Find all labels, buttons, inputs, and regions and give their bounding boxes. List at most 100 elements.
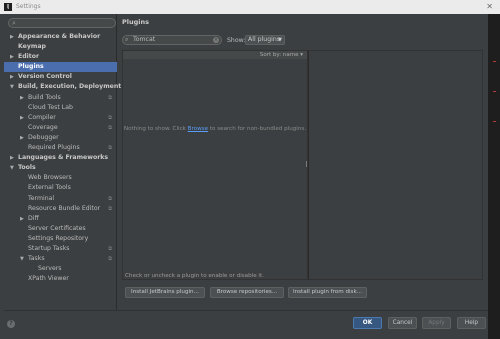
close-icon[interactable]: ✕ (486, 2, 493, 11)
sidebar-item-label: Server Certificates (28, 224, 86, 232)
collapsed-arrow-icon[interactable]: ▶ (20, 113, 24, 123)
sidebar-item-label: Plugins (18, 63, 44, 71)
sidebar-item-coverage[interactable]: Coverage ⧉ (4, 123, 117, 133)
sidebar-item-appearance-behavior[interactable]: ▶ Appearance & Behavior (4, 32, 117, 42)
sidebar-item-label: Debugger (28, 133, 59, 141)
plugin-search-value[interactable]: Tomcat (133, 36, 155, 44)
sidebar-item-plugins[interactable]: Plugins (4, 62, 117, 73)
show-filter-value: All plugins (248, 36, 280, 43)
project-settings-icon: ⧉ (108, 114, 112, 121)
footer-divider (4, 310, 488, 311)
sidebar-item-label: Build Tools (28, 93, 61, 101)
sidebar-item-label: Servers (38, 265, 62, 273)
project-settings-icon: ⧉ (108, 94, 112, 101)
sidebar-item-servers[interactable]: Servers (4, 264, 117, 274)
splitter-handle[interactable] (306, 161, 307, 167)
collapsed-arrow-icon[interactable]: ▶ (10, 72, 14, 82)
window-title: Settings (16, 3, 41, 10)
collapsed-arrow-icon[interactable]: ▶ (20, 133, 24, 143)
sidebar-item-label: Settings Repository (28, 234, 89, 242)
project-settings-icon: ⧉ (108, 205, 112, 212)
sidebar-item-xpath-viewer[interactable]: XPath Viewer (4, 274, 117, 284)
sidebar-item-settings-repository[interactable]: Settings Repository (4, 234, 117, 244)
plugin-hint-text: Check or uncheck a plugin to enable or d… (125, 273, 264, 279)
sidebar-item-label: Appearance & Behavior (18, 33, 101, 40)
sidebar-search-input[interactable]: ⌕ (8, 18, 116, 28)
sidebar-item-label: Diff (28, 214, 39, 222)
install-plugin-from-disk-button[interactable]: Install plugin from disk... (288, 287, 367, 298)
sidebar-item-keymap[interactable]: Keymap (4, 42, 117, 52)
install-jetbrains-plugin-button[interactable]: Install JetBrains plugin... (125, 287, 205, 298)
sidebar-item-editor[interactable]: ▶ Editor (4, 52, 117, 62)
sidebar-item-tasks[interactable]: ▼ Tasks ⧉ (4, 254, 117, 264)
sidebar-item-resource-bundle-editor[interactable]: Resource Bundle Editor ⧉ (4, 204, 117, 214)
expanded-arrow-icon[interactable]: ▼ (10, 82, 14, 92)
cancel-button[interactable]: Cancel (388, 317, 417, 329)
sidebar-item-required-plugins[interactable]: Required Plugins ⧉ (4, 143, 117, 153)
plugin-list: Sort by: name ▾ Nothing to show. Click B… (122, 50, 308, 280)
sidebar-item-web-browsers[interactable]: Web Browsers (4, 173, 117, 183)
intellij-app-icon: IJ (4, 3, 12, 11)
sidebar-item-version-control[interactable]: ▶ Version Control (4, 72, 117, 82)
browse-link[interactable]: Browse (188, 126, 208, 132)
help-icon[interactable]: ? (7, 320, 15, 328)
settings-tree: ▶ Appearance & Behavior Keymap ▶ Editor Plugi… (4, 32, 121, 284)
sidebar-item-external-tools[interactable]: External Tools (4, 183, 117, 193)
help-button[interactable]: Help (457, 317, 486, 329)
sidebar-item-terminal[interactable]: Terminal ⧉ (4, 194, 117, 204)
sidebar-item-debugger[interactable]: ▶ Debugger (4, 133, 117, 143)
sort-label: Sort by: name (259, 52, 299, 58)
chevron-down-icon: ▾ (300, 52, 303, 58)
sort-by-dropdown[interactable]: Sort by: name ▾ (260, 51, 303, 59)
chevron-down-icon: ▼ (278, 37, 282, 43)
sidebar-item-label: Startup Tasks (28, 244, 70, 252)
sidebar-item-label: Web Browsers (28, 174, 72, 182)
ok-button[interactable]: OK (353, 317, 382, 329)
project-settings-icon: ⧉ (108, 195, 112, 202)
browse-repositories-button[interactable]: Browse repositories... (210, 287, 284, 298)
sidebar-item-label: Editor (18, 53, 40, 61)
collapsed-arrow-icon[interactable]: ▶ (10, 153, 14, 163)
collapsed-arrow-icon[interactable]: ▶ (10, 52, 14, 62)
search-icon: ⌕ (125, 36, 129, 43)
project-settings-icon: ⧉ (108, 256, 112, 263)
sidebar-item-label: Terminal (28, 194, 55, 202)
sidebar-item-build-execution-deployment[interactable]: ▼ Build, Execution, Deployment (4, 82, 121, 92)
collapsed-arrow-icon[interactable]: ▶ (10, 32, 14, 42)
collapsed-arrow-icon[interactable]: ▶ (20, 93, 24, 103)
sidebar-item-label: Keymap (18, 43, 46, 51)
sidebar-item-cloud-test-lab[interactable]: Cloud Test Lab (4, 103, 117, 113)
sidebar-item-build-tools[interactable]: ▶ Build Tools ⧉ (4, 93, 117, 103)
sidebar-item-compiler[interactable]: ▶ Compiler ⧉ (4, 113, 117, 123)
project-settings-icon: ⧉ (108, 124, 112, 131)
sidebar-item-label: XPath Viewer (28, 275, 69, 283)
expanded-arrow-icon[interactable]: ▼ (10, 163, 14, 173)
sidebar-item-tools[interactable]: ▼ Tools (4, 163, 117, 173)
sidebar-item-label: Tools (18, 164, 36, 172)
sidebar-item-label: Tasks (28, 255, 45, 263)
settings-sidebar: ⌕ ▶ Appearance & Behavior Keymap ▶ Editor Plu… (4, 14, 121, 310)
show-label: Show: (227, 37, 246, 44)
project-settings-icon: ⧉ (108, 145, 112, 152)
sidebar-item-label: Version Control (18, 73, 72, 81)
empty-message-prefix: Nothing to show. Click (123, 126, 186, 132)
sidebar-item-label: Cloud Test Lab (28, 103, 73, 111)
apply-button[interactable]: Apply (422, 317, 451, 329)
plugin-search-input[interactable]: ⌕ Tomcat × (122, 35, 222, 45)
sidebar-item-languages-frameworks[interactable]: ▶ Languages & Frameworks (4, 153, 117, 163)
sidebar-item-label: External Tools (28, 184, 71, 192)
sidebar-item-diff[interactable]: ▶ Diff (4, 214, 117, 224)
expanded-arrow-icon[interactable]: ▼ (20, 254, 24, 264)
sidebar-item-server-certificates[interactable]: Server Certificates (4, 224, 117, 234)
sidebar-item-label: Required Plugins (28, 144, 80, 152)
clear-search-icon[interactable]: × (213, 37, 219, 43)
sidebar-item-label: Languages & Frameworks (18, 154, 109, 162)
collapsed-arrow-icon[interactable]: ▶ (20, 214, 24, 224)
plugin-details-panel (308, 50, 483, 280)
sidebar-item-startup-tasks[interactable]: Startup Tasks ⧉ (4, 244, 117, 254)
plugin-list-header: Sort by: name ▾ (123, 51, 307, 59)
show-filter-dropdown[interactable]: All plugins ▼ (245, 35, 285, 45)
plugins-panel: Plugins ⌕ Tomcat × Show: All plugins ▼ S… (117, 14, 488, 310)
background-window-edge (488, 14, 500, 339)
empty-list-message: Nothing to show. Click Browse to search … (123, 126, 307, 132)
